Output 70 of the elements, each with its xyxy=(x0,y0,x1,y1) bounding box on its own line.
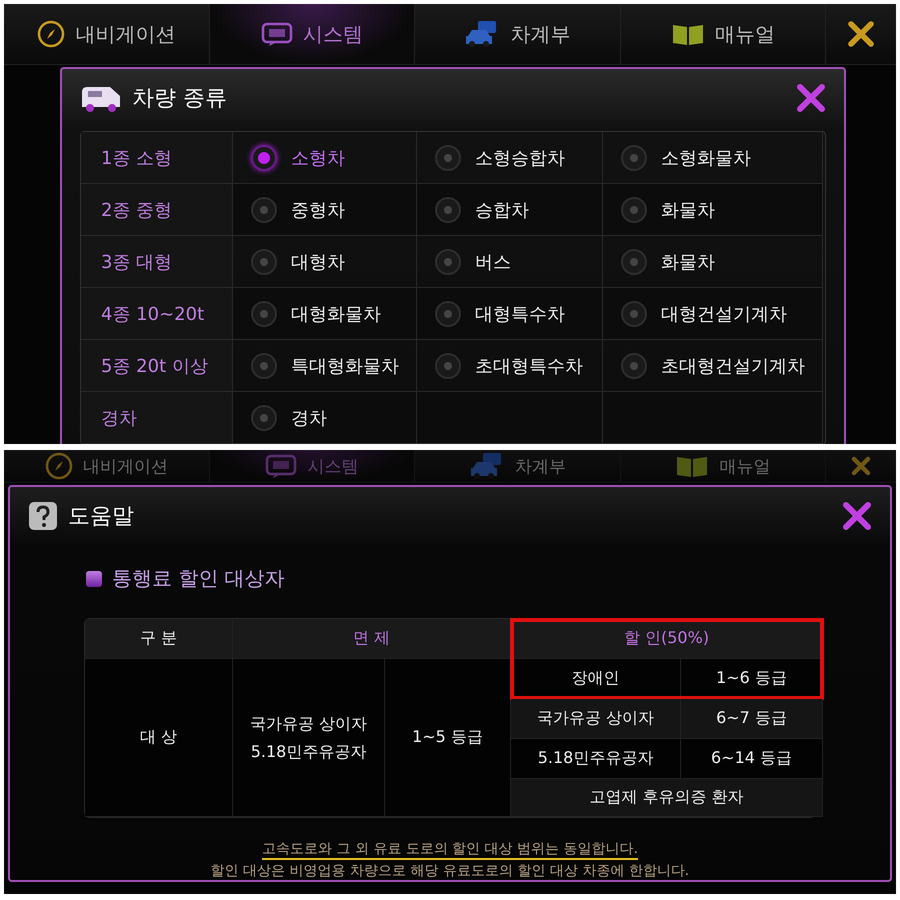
radio-option[interactable]: 승합차 xyxy=(417,184,602,235)
radio-option[interactable]: 대형차 xyxy=(233,236,416,287)
table-cell: 고엽제 후유의증 환자 xyxy=(511,779,823,817)
table-cell: 국가유공 상이자 xyxy=(511,699,681,739)
radio-button[interactable] xyxy=(251,144,277,170)
radio-button[interactable] xyxy=(251,300,277,326)
row-label: 4종 10~20t xyxy=(81,288,233,340)
close-icon[interactable] xyxy=(796,83,826,113)
row-label: 1종 소형 xyxy=(81,132,233,184)
table-cell: 할 인(50%) xyxy=(511,619,823,659)
table-cell: 5.18민주유공자 xyxy=(511,739,681,779)
row-label: 경차 xyxy=(81,392,233,444)
radio-option[interactable]: 소형화물차 xyxy=(603,132,822,183)
note-text: 할인 대상은 비영업용 차량으로 해당 유료도로의 할인 대상 차종에 한합니다. xyxy=(210,862,690,880)
radio-button[interactable] xyxy=(621,300,647,326)
help-icon xyxy=(28,501,58,531)
table-cell: 면 제 xyxy=(233,619,511,659)
radio-option[interactable]: 소형차 xyxy=(233,132,416,183)
radio-option[interactable]: 소형승합차 xyxy=(417,132,602,183)
tab[interactable]: 매뉴얼 xyxy=(620,450,826,482)
radio-button[interactable] xyxy=(251,404,277,430)
table-cell: 장애인 xyxy=(511,659,681,699)
tab[interactable]: 시스템 xyxy=(210,4,415,64)
table-cell: 대 상 xyxy=(85,659,233,817)
table-cell: 1~6 등급 xyxy=(681,659,823,699)
radio-option[interactable]: 초대형건설기계차 xyxy=(603,340,822,391)
note-text: 고속도로와 그 외 유료 도로의 할인 대상 범위는 동일합니다. xyxy=(262,840,638,860)
table-cell: 6~14 등급 xyxy=(681,739,823,779)
bullet-icon xyxy=(86,570,102,586)
tab[interactable]: 내비게이션 xyxy=(4,450,210,482)
section-heading: 통행료 할인 대상자 xyxy=(112,565,285,592)
dialog-title: 도움말 xyxy=(68,503,135,531)
compass-icon xyxy=(44,452,73,480)
radio-button[interactable] xyxy=(621,352,647,378)
row-label: 3종 대형 xyxy=(81,236,233,288)
radio-option[interactable]: 경차 xyxy=(233,392,416,443)
radio-option[interactable]: 대형화물차 xyxy=(233,288,416,339)
radio-button[interactable] xyxy=(435,144,461,170)
radio-button[interactable] xyxy=(435,248,461,274)
radio-button[interactable] xyxy=(251,196,277,222)
table-cell: 6~7 등급 xyxy=(681,699,823,739)
row-label: 2종 중형 xyxy=(81,184,233,236)
radio-button[interactable] xyxy=(251,248,277,274)
radio-button[interactable] xyxy=(251,352,277,378)
row-label: 5종 20t 이상 xyxy=(81,340,233,392)
dialog-title: 차량 종류 xyxy=(132,85,228,113)
radio-option[interactable]: 버스 xyxy=(417,236,602,287)
close-icon[interactable] xyxy=(847,20,875,48)
tab[interactable]: 차계부 xyxy=(415,450,620,482)
radio-option[interactable]: 화물차 xyxy=(603,236,822,287)
radio-button[interactable] xyxy=(621,248,647,274)
radio-option[interactable]: 중형차 xyxy=(233,184,416,235)
table-cell: 1~5 등급 xyxy=(385,659,511,817)
tab[interactable]: 내비게이션 xyxy=(4,4,210,64)
compass-icon xyxy=(37,20,66,48)
tab[interactable]: 매뉴얼 xyxy=(620,4,826,64)
table-cell: 국가유공 상이자 5.18민주유공자 xyxy=(233,659,385,817)
radio-button[interactable] xyxy=(435,300,461,326)
radio-option[interactable]: 대형건설기계차 xyxy=(603,288,822,339)
radio-option[interactable]: 초대형특수차 xyxy=(417,340,602,391)
radio-option[interactable]: 대형특수차 xyxy=(417,288,602,339)
table-cell: 구 분 xyxy=(85,619,233,659)
radio-button[interactable] xyxy=(621,196,647,222)
radio-button[interactable] xyxy=(435,352,461,378)
radio-option[interactable]: 특대형화물차 xyxy=(233,340,416,391)
close-icon[interactable] xyxy=(842,501,872,531)
tab[interactable]: 차계부 xyxy=(415,4,620,64)
radio-button[interactable] xyxy=(435,196,461,222)
radio-button[interactable] xyxy=(621,144,647,170)
radio-option[interactable]: 화물차 xyxy=(603,184,822,235)
